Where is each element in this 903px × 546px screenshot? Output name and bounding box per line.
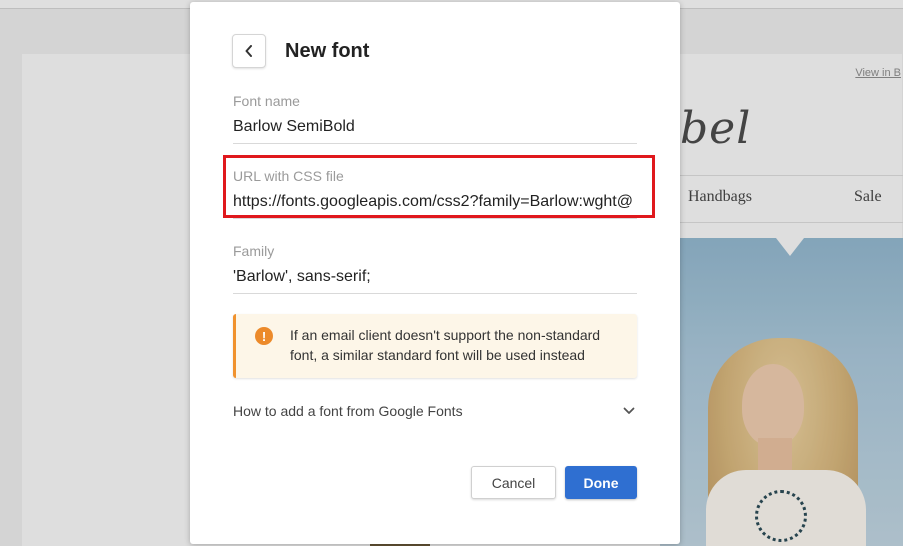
- cancel-button[interactable]: Cancel: [471, 466, 556, 499]
- notice-text: If an email client doesn't support the n…: [290, 327, 601, 363]
- google-fonts-help-accordion[interactable]: How to add a font from Google Fonts: [233, 397, 637, 427]
- family-field: Family 'Barlow', sans-serif;: [233, 242, 637, 294]
- highlight-box: [223, 155, 655, 218]
- accordion-label: How to add a font from Google Fonts: [233, 403, 463, 419]
- font-name-label: Font name: [233, 93, 300, 109]
- done-button[interactable]: Done: [565, 466, 637, 499]
- back-button[interactable]: [232, 34, 266, 68]
- exclamation-icon: !: [255, 327, 273, 345]
- chevron-down-icon: [623, 407, 635, 414]
- fallback-notice: ! If an email client doesn't support the…: [233, 314, 637, 378]
- new-font-dialog: New font Font name Barlow SemiBold URL w…: [190, 2, 680, 544]
- chevron-left-icon: [245, 45, 252, 57]
- dialog-title: New font: [285, 40, 370, 62]
- family-label: Family: [233, 243, 275, 259]
- family-input[interactable]: 'Barlow', sans-serif;: [233, 267, 637, 294]
- font-name-field: Font name Barlow SemiBold: [233, 92, 637, 144]
- font-name-input[interactable]: Barlow SemiBold: [233, 117, 637, 144]
